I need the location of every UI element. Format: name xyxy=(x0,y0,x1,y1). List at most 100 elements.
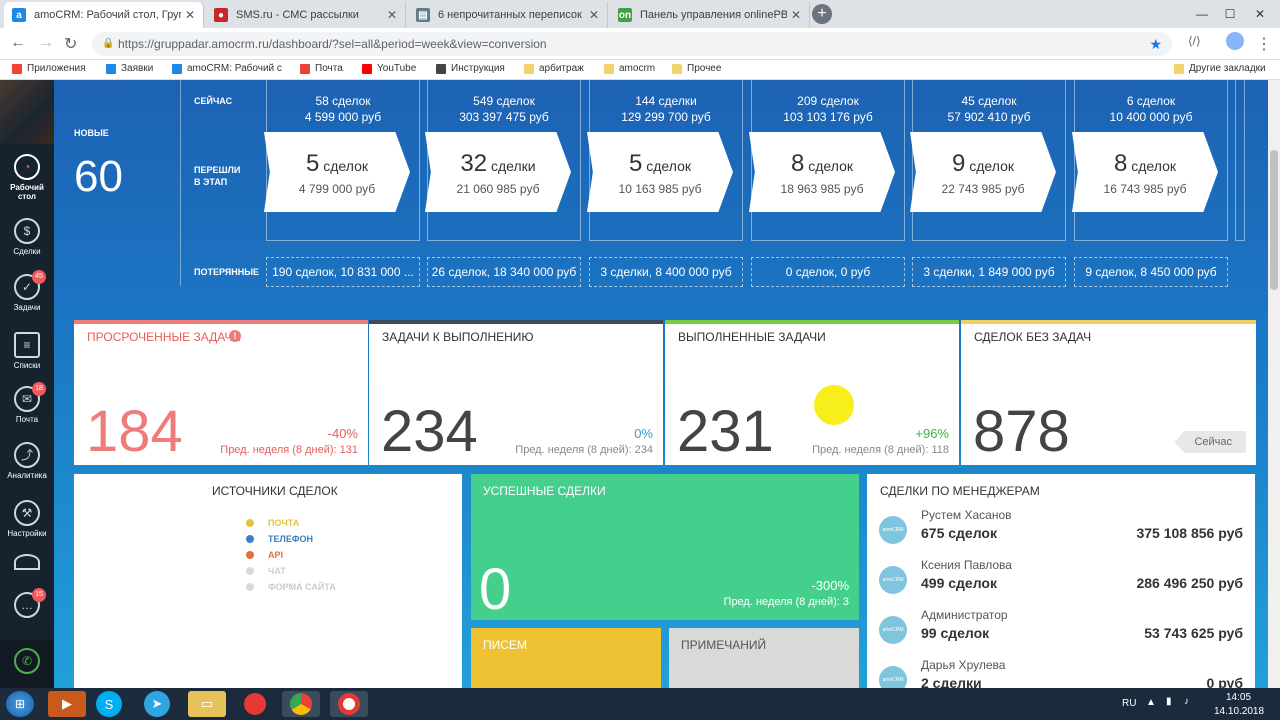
completed-tasks-card[interactable]: ВЫПОЛНЕННЫЕ ЗАДАЧИ 231 +96% Пред. неделя… xyxy=(665,320,959,465)
start-button[interactable]: ⊞ xyxy=(6,691,34,717)
tasks-badge: 45 xyxy=(32,270,46,284)
legend-item[interactable]: ЧАТ xyxy=(246,566,336,576)
close-icon[interactable]: ✕ xyxy=(791,8,801,22)
tab-messages[interactable]: ▤ 6 непрочитанных переписок ✕ xyxy=(408,2,608,28)
bookmark-youtube[interactable]: YouTube xyxy=(362,63,416,74)
stage-lost[interactable]: 3 сделки, 1 849 000 руб xyxy=(912,257,1066,287)
overdue-tasks-card[interactable]: ПРОСРОЧЕННЫЕ ЗАДАЧИ ! 184 -40% Пред. нед… xyxy=(74,320,368,465)
stage-moved-sum: 18 963 985 руб xyxy=(780,182,864,196)
stage-lost[interactable]: 190 сделок, 10 831 000 ... xyxy=(266,257,420,287)
letters-card[interactable]: ПИСЕМ xyxy=(471,628,661,688)
sidebar-item-deals[interactable]: $ Сделки xyxy=(0,218,54,256)
new-tab-button[interactable]: + xyxy=(812,4,832,24)
maximize-icon[interactable]: ☐ xyxy=(1216,0,1244,28)
sidebar-item-chat[interactable]: 15 … xyxy=(0,588,54,621)
stage-lost[interactable]: 26 сделок, 18 340 000 руб xyxy=(427,257,581,287)
bookmark-amocrm[interactable]: amoCRM: Рабочий с xyxy=(172,63,282,74)
recorder-icon[interactable] xyxy=(330,691,368,717)
scrollbar-thumb[interactable] xyxy=(1270,150,1278,290)
stage-now-deals: 144 сделки xyxy=(635,94,697,108)
tab-onlinepbx[interactable]: on Панель управления onlinePBX ✕ xyxy=(610,2,810,28)
extension-icon[interactable]: ⟨/⟩ xyxy=(1188,34,1201,48)
manager-row[interactable]: amoCRM Ксения Павлова 499 сделок 286 496… xyxy=(879,558,1243,608)
mail-badge: 18 xyxy=(32,382,46,396)
stage-lost[interactable]: 9 сделок, 8 450 000 руб xyxy=(1074,257,1228,287)
manager-row[interactable]: amoCRM Рустем Хасанов 675 сделок 375 108… xyxy=(879,508,1243,558)
close-window-icon[interactable]: ✕ xyxy=(1246,0,1274,28)
tomato-icon[interactable] xyxy=(236,691,274,717)
legend-item[interactable]: ПОЧТА xyxy=(246,518,336,528)
clock-time[interactable]: 14:05 xyxy=(1226,692,1251,703)
bookmark-mail[interactable]: Почта xyxy=(300,63,343,74)
stage-moved-arrow: 9 сделок 22 743 985 руб xyxy=(910,132,1056,212)
bookmark-zayavki[interactable]: Заявки xyxy=(106,63,153,74)
stage-moved-unit: сделок xyxy=(969,158,1014,174)
chrome-icon[interactable] xyxy=(282,691,320,717)
telegram-icon[interactable]: ➤ xyxy=(144,691,170,717)
language-indicator[interactable]: RU xyxy=(1122,698,1136,709)
tab-amocrm[interactable]: a amoCRM: Рабочий стол, Группа ✕ xyxy=(4,2,204,28)
legend-item[interactable]: ФОРМА САЙТА xyxy=(246,582,336,592)
card-value: 234 xyxy=(381,399,478,464)
bookmark-folder-arbitrage[interactable]: арбитраж xyxy=(524,63,584,74)
page-scrollbar[interactable] xyxy=(1268,80,1280,688)
sidebar-item-analytics[interactable]: ⤴ Аналитика xyxy=(0,442,54,480)
bookmark-other-bookmarks[interactable]: Другие закладки xyxy=(1174,63,1266,74)
funnel-stage-3[interactable]: 144 сделки 129 299 700 руб 5 сделок 10 1… xyxy=(587,80,743,241)
tray-expand-icon[interactable]: ▲ xyxy=(1146,697,1156,708)
skype-icon[interactable]: S xyxy=(96,691,122,717)
menu-icon[interactable]: ⋮ xyxy=(1256,34,1272,54)
media-player-icon[interactable]: ▶ xyxy=(48,691,86,717)
profile-avatar[interactable] xyxy=(1226,32,1244,50)
legend-item[interactable]: ТЕЛЕФОН xyxy=(246,534,336,544)
reload-icon[interactable]: ↻ xyxy=(64,34,77,54)
tab-sms[interactable]: ● SMS.ru - СМС рассылки ✕ xyxy=(206,2,406,28)
volume-icon[interactable]: ♪ xyxy=(1184,696,1189,707)
cursor-highlight xyxy=(814,385,854,425)
bookmark-apps[interactable]: Приложения xyxy=(12,63,86,74)
sidebar-item-settings[interactable]: ⚒ Настройки xyxy=(0,500,54,538)
bookmark-folder-other[interactable]: Прочее xyxy=(672,63,721,74)
close-icon[interactable]: ✕ xyxy=(589,8,599,22)
card-percent: +96% xyxy=(915,426,949,441)
user-avatar[interactable] xyxy=(0,80,54,144)
legend-item[interactable]: API xyxy=(246,550,336,560)
bookmark-instruction[interactable]: Инструкция xyxy=(436,63,505,74)
sidebar-item-lists[interactable]: ≡ Списки xyxy=(0,332,54,370)
stage-lost[interactable]: 3 сделки, 8 400 000 руб xyxy=(589,257,743,287)
funnel-stage-2[interactable]: 549 сделок 303 397 475 руб 32 сделки 21 … xyxy=(425,80,581,241)
sidebar-item-mail[interactable]: 18 ✉ Почта xyxy=(0,382,54,424)
tab-title: amoCRM: Рабочий стол, Группа xyxy=(34,9,181,21)
new-count: 60 xyxy=(74,152,123,201)
network-icon[interactable]: ▮ xyxy=(1166,696,1172,707)
sidebar-item-speed[interactable] xyxy=(0,554,54,573)
sidebar-item-phone[interactable]: ✆ xyxy=(0,640,54,688)
forward-icon[interactable]: → xyxy=(38,34,54,52)
successful-deals-card[interactable]: УСПЕШНЫЕ СДЕЛКИ 0 -300% Пред. неделя (8 … xyxy=(471,474,859,622)
sources-legend: ПОЧТА ТЕЛЕФОН API ЧАТ ФОРМА САЙТА xyxy=(246,518,336,598)
notes-card[interactable]: ПРИМЕЧАНИЙ xyxy=(669,628,859,688)
funnel-stage-4[interactable]: 209 сделок 103 103 176 руб 8 сделок 18 9… xyxy=(749,80,905,241)
manager-row[interactable]: amoCRM Администратор 99 сделок 53 743 62… xyxy=(879,608,1243,658)
chat-favicon-icon: ▤ xyxy=(416,8,430,22)
funnel-stage-5[interactable]: 45 сделок 57 902 410 руб 9 сделок 22 743… xyxy=(910,80,1066,241)
pending-tasks-card[interactable]: ЗАДАЧИ К ВЫПОЛНЕНИЮ 234 0% Пред. неделя … xyxy=(369,320,663,465)
sidebar-item-tasks[interactable]: 45 ✓ Задачи xyxy=(0,270,54,312)
tab-title: Панель управления onlinePBX xyxy=(640,9,787,21)
close-icon[interactable]: ✕ xyxy=(387,8,397,22)
explorer-icon[interactable]: ▭ xyxy=(188,691,226,717)
now-button[interactable]: Сейчас xyxy=(1174,431,1246,453)
close-icon[interactable]: ✕ xyxy=(185,8,195,22)
dollar-icon: $ xyxy=(14,218,40,244)
url-field[interactable]: 🔒 https://gruppadar.amocrm.ru/dashboard/… xyxy=(92,32,1172,56)
funnel-stage-1[interactable]: 58 сделок 4 599 000 руб 5 сделок 4 799 0… xyxy=(264,80,420,241)
bookmark-star-icon[interactable]: ★ xyxy=(1149,32,1162,56)
deals-without-tasks-card[interactable]: СДЕЛОК БЕЗ ЗАДАЧ 878 Сейчас xyxy=(961,320,1256,465)
clock-date[interactable]: 14.10.2018 xyxy=(1214,706,1264,717)
stage-lost[interactable]: 0 сделок, 0 руб xyxy=(751,257,905,287)
sidebar-item-dashboard[interactable]: ◔ Рабочий стол xyxy=(0,154,54,201)
back-icon[interactable]: ← xyxy=(10,34,26,52)
minimize-icon[interactable]: — xyxy=(1188,0,1216,28)
funnel-stage-6[interactable]: 6 сделок 10 400 000 руб 8 сделок 16 743 … xyxy=(1072,80,1228,241)
bookmark-folder-amocrm[interactable]: amocrm xyxy=(604,63,655,74)
